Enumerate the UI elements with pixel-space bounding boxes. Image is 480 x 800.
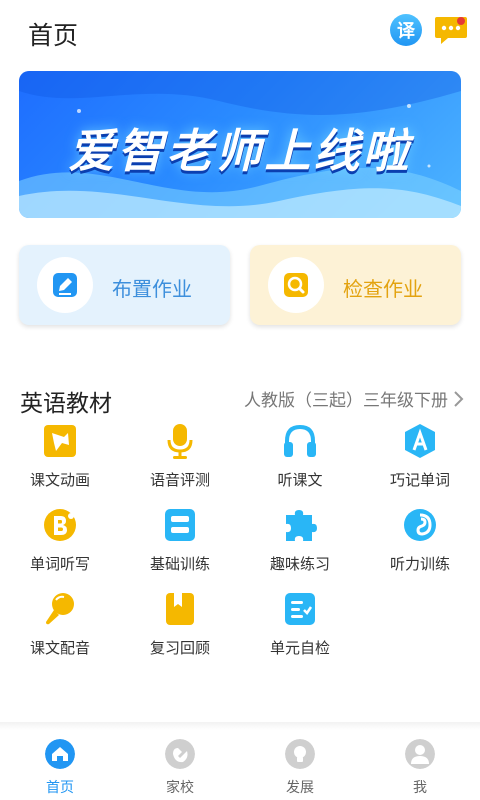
- nav-label: 首页: [46, 780, 74, 796]
- feature-review[interactable]: 复习回顾: [120, 591, 240, 661]
- check-homework-card[interactable]: 检查作业: [250, 245, 461, 325]
- microphone-icon: [167, 424, 193, 459]
- feature-listen-text[interactable]: 听课文: [240, 423, 360, 493]
- dubbing-microphone-icon: [46, 593, 74, 625]
- feature-label: 听课文: [277, 471, 323, 489]
- headphones-icon: [284, 424, 316, 457]
- page-title: 首页: [28, 21, 79, 50]
- nav-label: 家校: [166, 780, 194, 796]
- textbook-name: 人教版（三起）三年级下册: [244, 391, 448, 411]
- textbook-section-title: 英语教材: [20, 391, 112, 417]
- nav-development[interactable]: 发展: [240, 736, 360, 796]
- user-profile-icon: [405, 739, 435, 769]
- feature-label: 单元自检: [269, 639, 330, 657]
- nav-label: 发展: [286, 780, 314, 796]
- feature-text-animation[interactable]: 课文动画: [0, 423, 120, 493]
- feature-listening-training[interactable]: 听力训练: [360, 507, 480, 577]
- feature-memorize-words[interactable]: 巧记单词: [360, 423, 480, 493]
- nav-label: 我: [413, 780, 427, 796]
- message-button[interactable]: [434, 14, 468, 46]
- nav-home-school[interactable]: 家校: [120, 736, 240, 796]
- assign-homework-card[interactable]: 布置作业: [19, 245, 230, 325]
- lightbulb-icon: [285, 739, 315, 769]
- edit-pencil-icon: [53, 273, 77, 297]
- training-list-icon: [165, 509, 195, 541]
- feature-voice-evaluation[interactable]: 语音评测: [120, 423, 240, 493]
- feature-label: 基础训练: [149, 555, 210, 573]
- nav-home[interactable]: 首页: [0, 736, 120, 796]
- checklist-icon: [285, 593, 315, 625]
- feature-label: 课文动画: [29, 471, 90, 489]
- bottom-divider: [0, 722, 480, 730]
- translate-icon: 译: [397, 21, 415, 42]
- home-icon: [45, 739, 75, 769]
- home-school-icon: [165, 739, 195, 769]
- letter-a-badge-icon: [405, 424, 435, 458]
- feature-label: 趣味练习: [269, 555, 330, 573]
- translate-button[interactable]: 译: [390, 14, 422, 46]
- assign-homework-label: 布置作业: [112, 277, 192, 301]
- feature-label: 课文配音: [29, 639, 90, 657]
- feature-label: 复习回顾: [149, 639, 210, 657]
- puzzle-piece-icon: [286, 510, 317, 541]
- puzzle-star-icon: [44, 425, 76, 457]
- top-header: 首页 译: [0, 0, 480, 64]
- feature-label: 语音评测: [149, 471, 210, 489]
- feature-label: 单词听写: [29, 555, 90, 573]
- feature-text-dubbing[interactable]: 课文配音: [0, 591, 120, 661]
- check-icon-wrap: [268, 257, 324, 313]
- chat-bubble-icon: [435, 17, 467, 44]
- textbook-selector[interactable]: 人教版（三起）三年级下册: [244, 386, 464, 411]
- feature-word-dictation[interactable]: 单词听写: [0, 507, 120, 577]
- listening-ear-icon: [404, 509, 436, 541]
- nav-me[interactable]: 我: [360, 736, 480, 796]
- check-homework-label: 检查作业: [343, 277, 423, 301]
- dictation-b-icon: [44, 509, 76, 541]
- magnifier-icon: [284, 273, 308, 297]
- feature-label: 听力训练: [389, 555, 450, 573]
- feature-fun-practice[interactable]: 趣味练习: [240, 507, 360, 577]
- assign-icon-wrap: [37, 257, 93, 313]
- promo-banner[interactable]: 爱智老师上线啦: [19, 71, 461, 218]
- feature-label: 巧记单词: [389, 471, 450, 489]
- chevron-right-icon: [454, 390, 464, 407]
- banner-title: 爱智老师上线啦: [68, 124, 412, 178]
- feature-unit-self-check[interactable]: 单元自检: [240, 591, 360, 661]
- bottom-navigation: 首页 家校 发展 我: [0, 730, 480, 800]
- bookmark-book-icon: [166, 593, 194, 625]
- feature-basic-training[interactable]: 基础训练: [120, 507, 240, 577]
